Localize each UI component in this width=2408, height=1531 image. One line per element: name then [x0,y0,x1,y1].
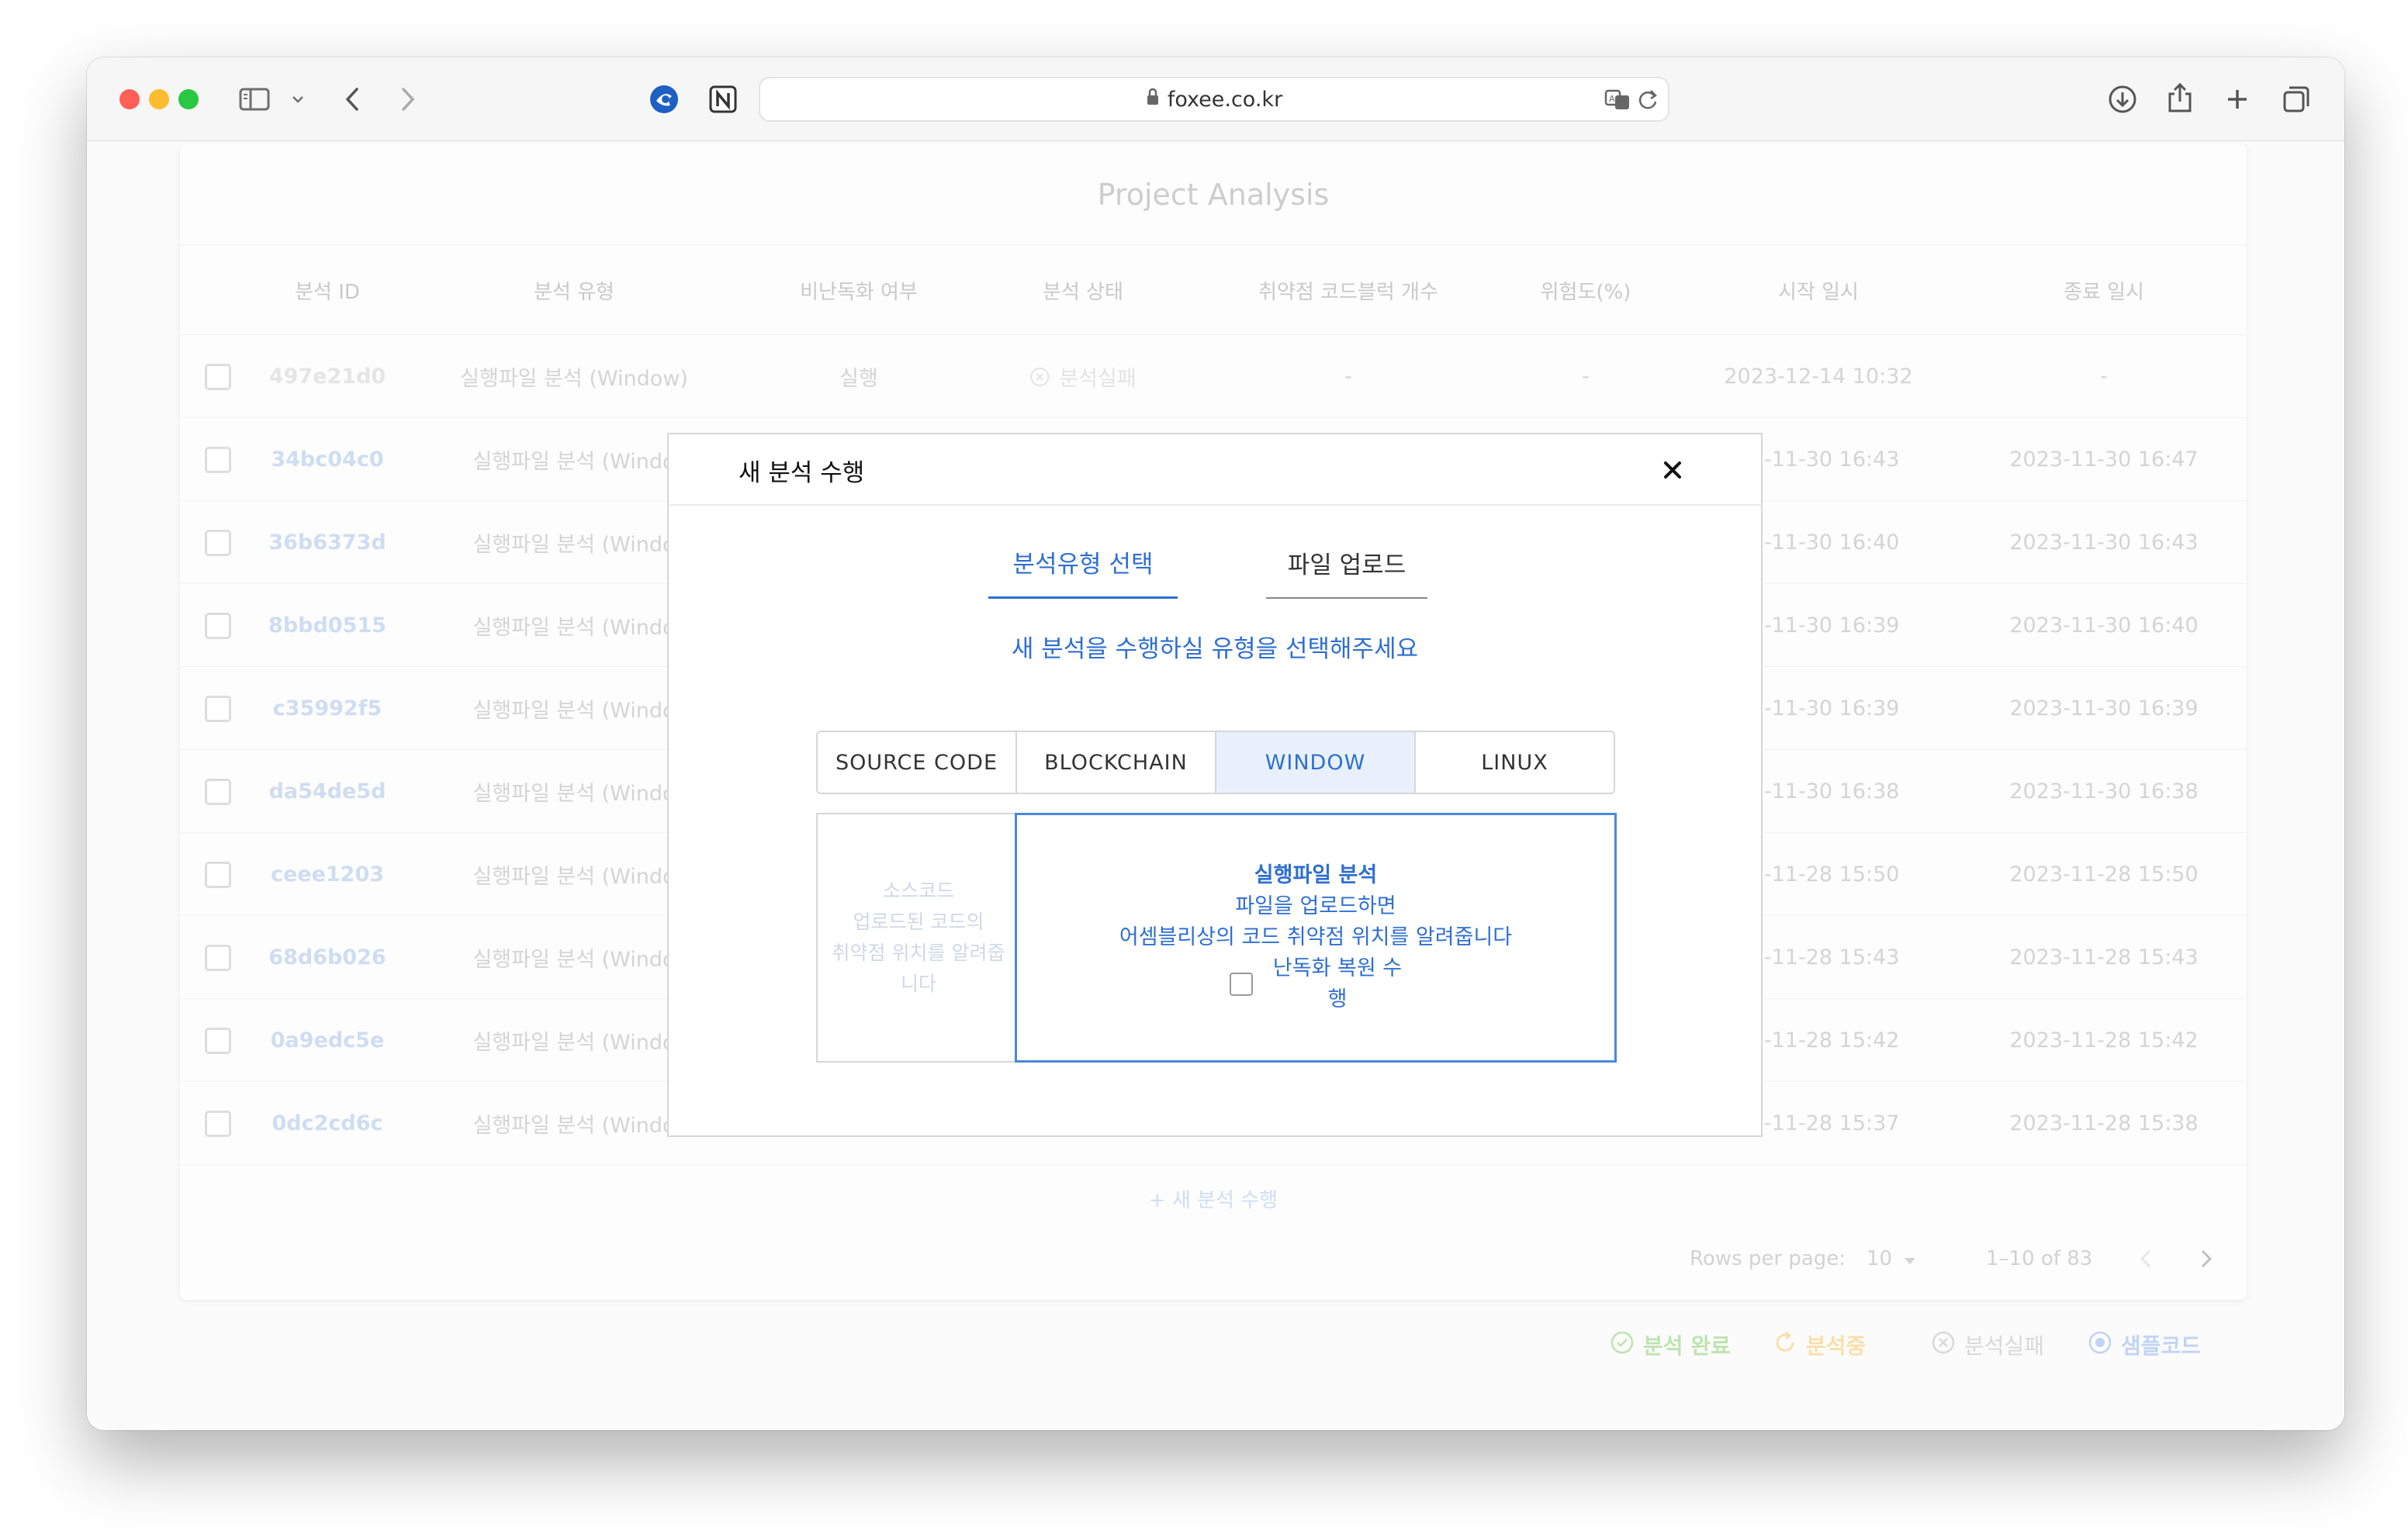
tab-overview-icon[interactable] [2279,82,2313,116]
zoom-window-button[interactable] [178,89,199,109]
type-blockchain-button[interactable]: BLOCKCHAIN [1017,732,1216,793]
executable-desc-2: 어셈블리상의 코드 취약점 위치를 알려줍니다 [1119,925,1513,949]
deobfuscation-label: 난독화 복원 수 행 [1273,953,1402,1015]
download-icon[interactable] [2105,82,2140,116]
back-icon[interactable] [340,82,365,116]
new-analysis-modal: 새 분석 수행 분석유형 선택 파일 업로드 새 분석을 수행하실 유형을 선택… [667,433,1763,1137]
notion-icon[interactable] [706,82,740,116]
deobfuscation-label-line-2: 행 [1327,987,1348,1011]
new-tab-icon[interactable] [2220,82,2254,116]
type-linux-button[interactable]: LINUX [1416,732,1614,793]
modal-subtitle: 새 분석을 수행하실 유형을 선택해주세요 [1011,634,1419,663]
address-bar[interactable]: foxee.co.kr A [759,77,1669,122]
executable-title: 실행파일 분석 [1254,863,1378,887]
source-code-option[interactable]: 소스코드 업로드된 코드의 취약점 위치를 알려줍 니다 [816,813,1019,1063]
deobfuscation-checkbox[interactable] [1229,973,1253,996]
browser-toolbar: foxee.co.kr A [87,57,2344,141]
close-window-button[interactable] [119,89,140,109]
modal-title: 새 분석 수행 [739,458,865,487]
translate-icon[interactable]: A [1604,88,1632,114]
reload-icon[interactable] [1637,88,1659,114]
chevron-down-icon[interactable] [289,88,307,110]
close-icon[interactable] [1654,451,1691,489]
sidebar-toggle-icon[interactable] [237,84,272,115]
tab-select-type[interactable]: 분석유형 선택 [988,527,1178,599]
tab-file-upload[interactable]: 파일 업로드 [1266,527,1427,599]
svg-text:A: A [1609,94,1615,104]
source-code-title: 소스코드 [882,880,954,902]
executable-desc-1: 파일을 업로드하면 [1235,894,1396,918]
modal-header: 새 분석 수행 [669,434,1761,506]
deobfuscation-label-line-1: 난독화 복원 수 [1272,956,1403,980]
share-icon[interactable] [2163,79,2197,116]
type-window-button[interactable]: WINDOW [1216,732,1416,793]
source-code-desc-3: 니다 [900,973,936,995]
extension-icon[interactable] [647,82,681,116]
url-text: foxee.co.kr [1167,87,1283,112]
executable-analysis-option[interactable]: 실행파일 분석 파일을 업로드하면 어셈블리상의 코드 취약점 위치를 알려줍니… [1015,813,1617,1063]
source-code-desc-2: 취약점 위치를 알려줍 [832,942,1005,964]
analysis-type-selector: SOURCE CODE BLOCKCHAIN WINDOW LINUX [816,731,1615,794]
minimize-window-button[interactable] [149,89,169,109]
type-source-code-button[interactable]: SOURCE CODE [818,732,1017,793]
deobfuscation-option: 난독화 복원 수 행 [1229,953,1402,1015]
browser-window: foxee.co.kr A Project Analysis 분석 ID 분석 … [87,57,2344,1430]
forward-icon[interactable] [396,82,420,116]
source-code-desc-1: 업로드된 코드의 [853,911,984,933]
lock-icon [1146,88,1160,112]
